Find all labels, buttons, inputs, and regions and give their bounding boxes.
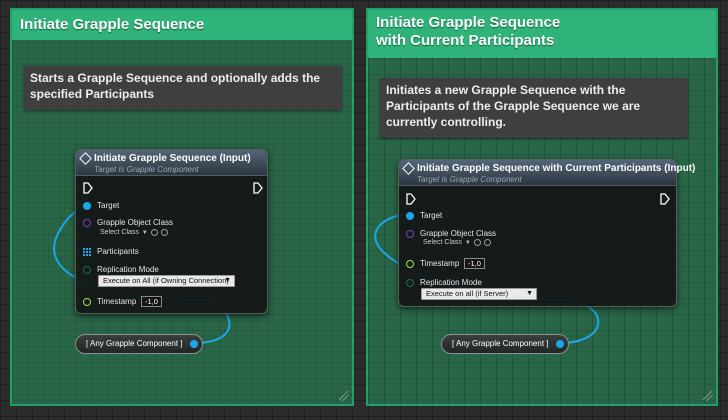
pin-participants[interactable]: Participants: [83, 247, 139, 256]
select-class-dropdown[interactable]: Select Class ▼: [100, 229, 168, 236]
pin-grapple-object-class[interactable]: Grapple Object Class: [83, 218, 173, 227]
float-pin-icon[interactable]: [83, 297, 91, 306]
function-node-initiate-grapple-sequence[interactable]: Initiate Grapple Sequence (Input) Target…: [75, 149, 268, 314]
timestamp-input[interactable]: -1,0: [141, 296, 162, 307]
float-pin-icon[interactable]: [406, 259, 414, 268]
browse-icon[interactable]: [473, 239, 481, 246]
pin-timestamp[interactable]: Timestamp: [83, 297, 136, 306]
node-subtitle: Target is Grapple Component: [417, 175, 522, 184]
pin-label: Grapple Object Class: [97, 218, 174, 227]
pin-label: Target: [97, 201, 120, 210]
clear-icon[interactable]: [483, 239, 491, 246]
select-class-dropdown[interactable]: Select Class ▼: [423, 239, 491, 246]
function-icon: [79, 152, 92, 165]
class-pin-icon[interactable]: [83, 218, 91, 227]
pin-replication-mode[interactable]: Replication Mode: [406, 278, 482, 287]
variable-node-any-grapple-component[interactable]: [ Any Grapple Component ]: [441, 334, 569, 354]
clear-icon[interactable]: [160, 229, 168, 236]
chevron-down-icon: ▼: [141, 229, 148, 236]
node-header[interactable]: Initiate Grapple Sequence (Input) Target…: [76, 150, 267, 176]
enum-pin-icon[interactable]: [83, 265, 91, 274]
pin-label: Grapple Object Class: [420, 229, 497, 238]
chevron-down-icon: ▼: [464, 239, 471, 246]
exec-in-pin-icon[interactable]: [83, 182, 93, 194]
exec-out-pin-icon[interactable]: [253, 182, 263, 194]
select-class-label: Select Class: [100, 229, 139, 236]
pin-label: Timestamp: [420, 259, 460, 268]
pin-target[interactable]: Target: [83, 201, 119, 210]
pin-replication-mode[interactable]: Replication Mode: [83, 265, 159, 274]
exec-in-pin-icon[interactable]: [406, 193, 416, 205]
object-pin-icon[interactable]: [556, 340, 564, 348]
comment-description: Starts a Grapple Sequence and optionally…: [24, 66, 342, 110]
comment-title-line: Initiate Grapple Sequence: [376, 14, 561, 31]
node-header[interactable]: Initiate Grapple Sequence with Current P…: [399, 160, 696, 186]
function-node-initiate-with-current-participants[interactable]: Initiate Grapple Sequence with Current P…: [398, 159, 696, 307]
pin-target[interactable]: Target: [406, 211, 442, 220]
pin-timestamp[interactable]: Timestamp: [406, 259, 459, 268]
comment-title-line: with Current Participants: [376, 32, 555, 49]
exec-out-pin-icon[interactable]: [660, 193, 670, 205]
class-pin-icon[interactable]: [406, 229, 414, 238]
node-title: Initiate Grapple Sequence (Input): [94, 153, 251, 164]
comment-description: Initiates a new Grapple Sequence with th…: [380, 78, 688, 138]
variable-node-any-grapple-component[interactable]: [ Any Grapple Component ]: [75, 334, 203, 354]
timestamp-input[interactable]: -1,0: [464, 258, 485, 269]
replication-mode-dropdown[interactable]: Execute on all (if Server) ▼: [421, 288, 537, 300]
dropdown-value: Execute on all (if Server): [426, 289, 509, 298]
node-title: Initiate Grapple Sequence with Current P…: [417, 163, 696, 174]
pin-grapple-object-class[interactable]: Grapple Object Class: [406, 229, 496, 238]
select-class-label: Select Class: [423, 239, 462, 246]
resize-grip-icon[interactable]: [339, 391, 349, 401]
pin-label: Replication Mode: [420, 278, 482, 287]
chevron-down-icon: ▼: [526, 290, 533, 297]
array-pin-icon[interactable]: [83, 247, 91, 256]
pin-label: Timestamp: [97, 297, 137, 306]
variable-node-label: [ Any Grapple Component ]: [86, 339, 183, 348]
pin-label: Participants: [97, 247, 139, 256]
resize-grip-icon[interactable]: [703, 391, 713, 401]
comment-title[interactable]: Initiate Grapple Sequence with Current P…: [368, 10, 716, 58]
enum-pin-icon[interactable]: [406, 278, 414, 287]
dropdown-value: Execute on All (if Owning Connection): [103, 276, 229, 285]
object-pin-icon[interactable]: [406, 211, 414, 220]
pin-label: Target: [420, 211, 443, 220]
comment-title[interactable]: Initiate Grapple Sequence: [12, 10, 352, 40]
object-pin-icon[interactable]: [83, 201, 91, 210]
variable-node-label: [ Any Grapple Component ]: [452, 339, 549, 348]
browse-icon[interactable]: [150, 229, 158, 236]
function-icon: [402, 162, 415, 175]
pin-label: Replication Mode: [97, 265, 159, 274]
chevron-down-icon: ▼: [224, 277, 231, 284]
node-subtitle: Target is Grapple Component: [94, 165, 199, 174]
replication-mode-dropdown[interactable]: Execute on All (if Owning Connection) ▼: [98, 275, 235, 287]
object-pin-icon[interactable]: [190, 340, 198, 348]
